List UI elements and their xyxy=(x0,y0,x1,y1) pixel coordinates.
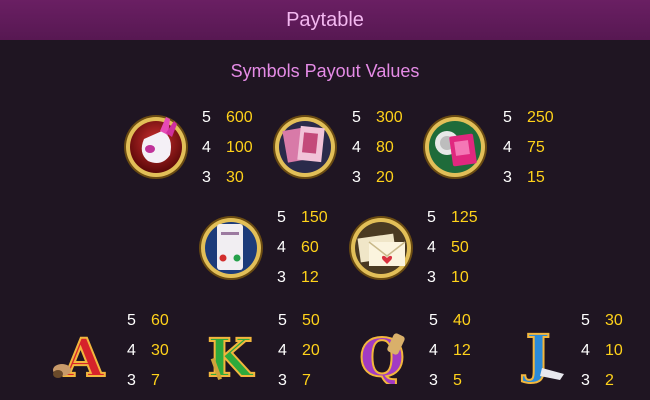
payout-value: 100 xyxy=(226,139,253,156)
payout-value: 30 xyxy=(151,342,169,359)
payout-value: 125 xyxy=(451,209,478,226)
payout-value: 7 xyxy=(151,372,160,389)
magazine-icon xyxy=(271,113,339,186)
symbol-count: 4 xyxy=(278,342,287,359)
symbol-count: 5 xyxy=(503,109,512,126)
symbol-count: 3 xyxy=(202,169,211,186)
symbol-count: 5 xyxy=(581,312,590,329)
symbol-count: 4 xyxy=(427,239,436,256)
symbol-count: 5 xyxy=(352,109,361,126)
symbol-count: 4 xyxy=(581,342,590,359)
payout-value: 60 xyxy=(301,239,319,256)
payout-value: 60 xyxy=(151,312,169,329)
symbol-count: 3 xyxy=(352,169,361,186)
symbol-count: 3 xyxy=(429,372,438,389)
symbol-count: 3 xyxy=(277,269,286,286)
symbol-count: 5 xyxy=(427,209,436,226)
symbol-count: 4 xyxy=(202,139,211,156)
symbol-count: 3 xyxy=(278,372,287,389)
payout-value: 600 xyxy=(226,109,253,126)
letter-a-glyph: A xyxy=(63,328,105,384)
symbol-count: 4 xyxy=(127,342,136,359)
payout-value: 12 xyxy=(301,269,319,286)
letter-q-icon: Q xyxy=(354,318,414,390)
symbol-count: 3 xyxy=(503,169,512,186)
phone-call-icon xyxy=(197,214,265,287)
section-subtitle: Symbols Payout Values xyxy=(230,61,420,81)
condom-icon xyxy=(421,113,489,186)
love-letter-icon xyxy=(347,214,415,287)
payout-value: 20 xyxy=(376,169,394,186)
symbol-count: 5 xyxy=(277,209,286,226)
symbol-count: 4 xyxy=(277,239,286,256)
symbol-count: 5 xyxy=(429,312,438,329)
payout-value: 20 xyxy=(302,342,320,359)
letter-k-icon: K xyxy=(200,318,260,390)
letter-a-icon: A xyxy=(50,318,110,390)
symbol-count: 4 xyxy=(503,139,512,156)
letter-k-glyph: K xyxy=(207,328,254,384)
symbol-count: 4 xyxy=(429,342,438,359)
payout-value: 75 xyxy=(527,139,545,156)
payout-value: 10 xyxy=(451,269,469,286)
payout-value: 15 xyxy=(527,169,545,186)
payout-value: 150 xyxy=(301,209,328,226)
payout-value: 300 xyxy=(376,109,403,126)
payout-value: 2 xyxy=(605,372,614,389)
payout-value: 10 xyxy=(605,342,623,359)
vibrator-icon xyxy=(122,113,190,186)
symbol-count: 5 xyxy=(278,312,287,329)
symbol-count: 5 xyxy=(202,109,211,126)
page-title: Paytable xyxy=(286,8,364,31)
symbol-count: 4 xyxy=(352,139,361,156)
payout-value: 12 xyxy=(453,342,471,359)
symbol-count: 5 xyxy=(127,312,136,329)
payout-value: 30 xyxy=(605,312,623,329)
paytable-header: Paytable xyxy=(0,0,650,40)
letter-j-icon: J xyxy=(512,318,572,389)
payout-value: 80 xyxy=(376,139,394,156)
payout-value: 250 xyxy=(527,109,554,126)
payout-value: 7 xyxy=(302,372,311,389)
symbol-count: 3 xyxy=(581,372,590,389)
payout-value: 50 xyxy=(302,312,320,329)
payout-value: 40 xyxy=(453,312,471,329)
payout-value: 5 xyxy=(453,372,462,389)
symbol-count: 3 xyxy=(127,372,136,389)
symbol-count: 3 xyxy=(427,269,436,286)
payout-value: 50 xyxy=(451,239,469,256)
payout-value: 30 xyxy=(226,169,244,186)
